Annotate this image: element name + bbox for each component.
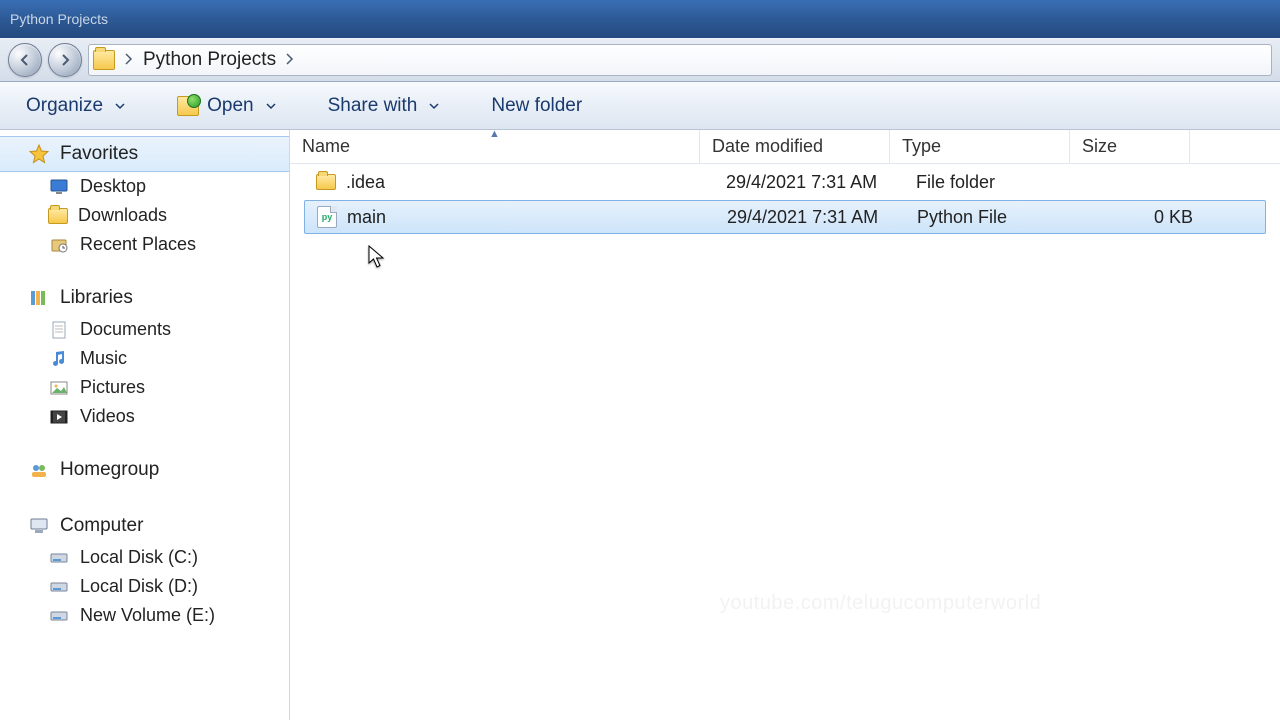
computer-icon bbox=[28, 516, 50, 536]
document-icon bbox=[48, 320, 70, 340]
sidebar-item-label: Videos bbox=[80, 406, 135, 427]
window-titlebar: Python Projects bbox=[0, 0, 1280, 38]
sidebar-item-videos[interactable]: Videos bbox=[0, 402, 289, 431]
sidebar-item-disk-e[interactable]: New Volume (E:) bbox=[0, 601, 289, 630]
col-label: Name bbox=[302, 136, 350, 157]
folder-icon bbox=[93, 50, 115, 70]
chevron-down-icon bbox=[266, 95, 276, 117]
new-folder-label: New folder bbox=[491, 95, 582, 117]
star-icon bbox=[28, 144, 50, 164]
homegroup-icon bbox=[28, 460, 50, 480]
sidebar-item-label: Downloads bbox=[78, 205, 167, 226]
back-button[interactable] bbox=[8, 43, 42, 77]
chevron-right-icon[interactable] bbox=[119, 53, 139, 68]
libraries-icon bbox=[28, 288, 50, 308]
sidebar-group-favorites: Favorites Desktop Downloads Recent Place… bbox=[0, 136, 289, 259]
sidebar-item-desktop[interactable]: Desktop bbox=[0, 172, 289, 201]
sidebar-group-libraries: Libraries Documents Music Pictures bbox=[0, 281, 289, 431]
sidebar-head-computer[interactable]: Computer bbox=[0, 509, 289, 543]
sidebar-item-disk-c[interactable]: Local Disk (C:) bbox=[0, 543, 289, 572]
sidebar-head-favorites[interactable]: Favorites bbox=[0, 136, 289, 172]
file-list-area: Name ▲ Date modified Type Size .idea 29/… bbox=[290, 130, 1280, 720]
sidebar-item-label: Local Disk (D:) bbox=[80, 576, 198, 597]
open-label: Open bbox=[207, 95, 253, 117]
sidebar-group-computer: Computer Local Disk (C:) Local Disk (D:)… bbox=[0, 509, 289, 630]
libraries-label: Libraries bbox=[60, 287, 133, 309]
sidebar-item-pictures[interactable]: Pictures bbox=[0, 373, 289, 402]
sort-asc-icon: ▲ bbox=[489, 128, 500, 140]
organize-label: Organize bbox=[26, 95, 103, 117]
organize-button[interactable]: Organize bbox=[18, 91, 133, 121]
share-label: Share with bbox=[328, 95, 418, 117]
disk-icon bbox=[48, 577, 70, 597]
arrow-right-icon bbox=[57, 52, 73, 68]
address-bar[interactable]: Python Projects bbox=[88, 44, 1272, 76]
pictures-icon bbox=[48, 378, 70, 398]
column-header-name[interactable]: Name ▲ bbox=[290, 130, 700, 163]
file-type: Python File bbox=[917, 207, 1007, 228]
disk-icon bbox=[48, 606, 70, 626]
sidebar-item-label: Documents bbox=[80, 319, 171, 340]
sidebar-item-label: Recent Places bbox=[80, 234, 196, 255]
nav-row: Python Projects bbox=[0, 38, 1280, 82]
chevron-right-icon[interactable] bbox=[280, 53, 300, 68]
sidebar-item-label: Pictures bbox=[80, 377, 145, 398]
sidebar-item-music[interactable]: Music bbox=[0, 344, 289, 373]
open-button[interactable]: Open bbox=[169, 91, 283, 121]
file-type: File folder bbox=[916, 172, 995, 193]
sidebar-group-homegroup: Homegroup bbox=[0, 453, 289, 487]
file-name: main bbox=[347, 207, 386, 228]
chevron-down-icon bbox=[115, 95, 125, 117]
new-folder-button[interactable]: New folder bbox=[483, 91, 590, 121]
sidebar-item-documents[interactable]: Documents bbox=[0, 315, 289, 344]
share-with-button[interactable]: Share with bbox=[320, 91, 448, 121]
sidebar-item-label: Local Disk (C:) bbox=[80, 547, 198, 568]
col-label: Type bbox=[902, 136, 941, 157]
breadcrumb-current[interactable]: Python Projects bbox=[143, 49, 276, 71]
folder-icon bbox=[48, 208, 68, 224]
sidebar-item-label: New Volume (E:) bbox=[80, 605, 215, 626]
folder-icon bbox=[316, 174, 336, 190]
column-headers: Name ▲ Date modified Type Size bbox=[290, 130, 1280, 164]
favorites-label: Favorites bbox=[60, 143, 138, 165]
forward-button[interactable] bbox=[48, 43, 82, 77]
col-label: Date modified bbox=[712, 136, 823, 157]
homegroup-label: Homegroup bbox=[60, 459, 159, 481]
main-split: Favorites Desktop Downloads Recent Place… bbox=[0, 130, 1280, 720]
recent-icon bbox=[48, 235, 70, 255]
column-header-type[interactable]: Type bbox=[890, 130, 1070, 163]
file-date: 29/4/2021 7:31 AM bbox=[726, 172, 877, 193]
file-size: 0 KB bbox=[1154, 207, 1193, 228]
window-title: Python Projects bbox=[10, 11, 108, 27]
sidebar-item-downloads[interactable]: Downloads bbox=[0, 201, 289, 230]
videos-icon bbox=[48, 407, 70, 427]
file-name: .idea bbox=[346, 172, 385, 193]
col-label: Size bbox=[1082, 136, 1117, 157]
sidebar-item-label: Music bbox=[80, 348, 127, 369]
column-header-date[interactable]: Date modified bbox=[700, 130, 890, 163]
navigation-pane: Favorites Desktop Downloads Recent Place… bbox=[0, 130, 290, 720]
sidebar-head-libraries[interactable]: Libraries bbox=[0, 281, 289, 315]
desktop-icon bbox=[48, 177, 70, 197]
arrow-left-icon bbox=[17, 52, 33, 68]
disk-icon bbox=[48, 548, 70, 568]
sidebar-head-homegroup[interactable]: Homegroup bbox=[0, 453, 289, 487]
file-date: 29/4/2021 7:31 AM bbox=[727, 207, 878, 228]
music-icon bbox=[48, 349, 70, 369]
computer-label: Computer bbox=[60, 515, 143, 537]
column-header-size[interactable]: Size bbox=[1070, 130, 1190, 163]
chevron-down-icon bbox=[429, 95, 439, 117]
file-row[interactable]: .idea 29/4/2021 7:31 AM File folder bbox=[304, 165, 1266, 199]
open-folder-icon bbox=[177, 96, 199, 116]
watermark: youtube.com/telugucomputerworld bbox=[720, 592, 1041, 615]
file-row[interactable]: py main 29/4/2021 7:31 AM Python File 0 … bbox=[304, 200, 1266, 234]
sidebar-item-label: Desktop bbox=[80, 176, 146, 197]
sidebar-item-disk-d[interactable]: Local Disk (D:) bbox=[0, 572, 289, 601]
toolbar: Organize Open Share with New folder bbox=[0, 82, 1280, 130]
python-file-icon: py bbox=[317, 206, 337, 228]
sidebar-item-recent-places[interactable]: Recent Places bbox=[0, 230, 289, 259]
